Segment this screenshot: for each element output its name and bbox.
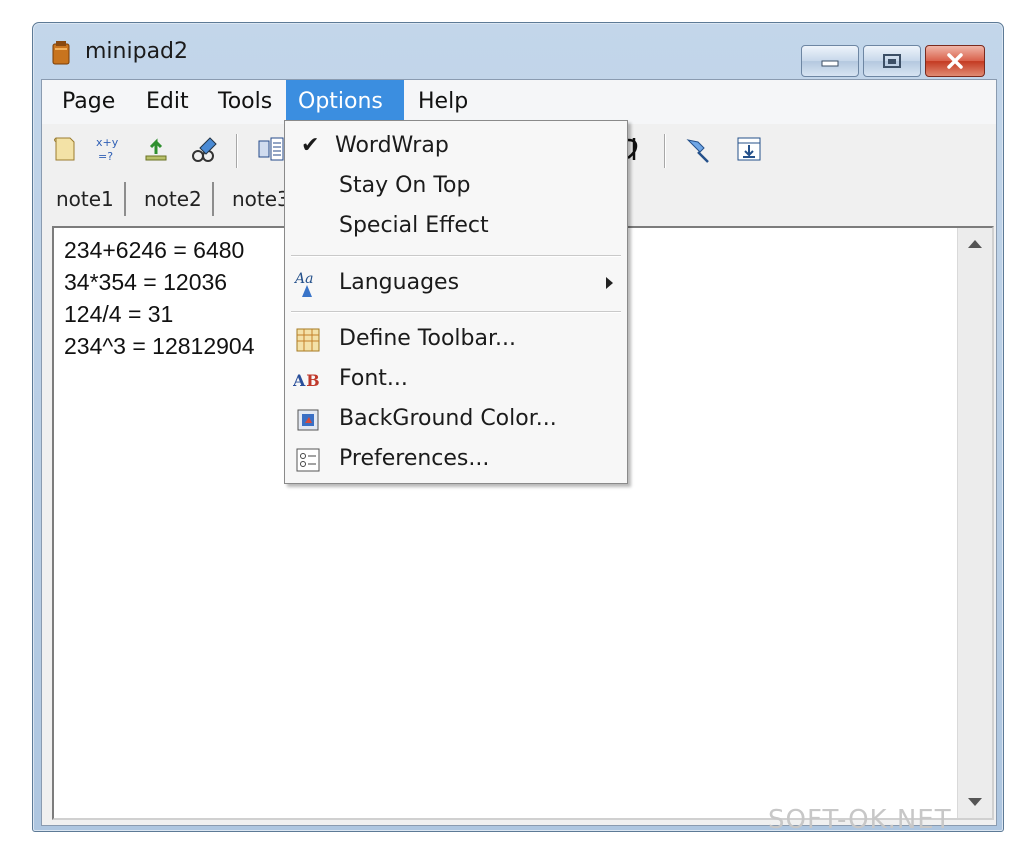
menu-item-label: BackGround Color...	[339, 406, 557, 431]
menu-bar: Page Edit Tools Options Help	[42, 80, 996, 125]
editor-line: 124/4 = 31	[64, 301, 174, 327]
find-icon[interactable]	[190, 134, 220, 164]
menu-item-background-color[interactable]: BackGround Color...	[285, 400, 627, 438]
svg-text:=?: =?	[98, 150, 113, 163]
scroll-down-icon[interactable]	[968, 798, 982, 806]
menu-tools[interactable]: Tools	[206, 80, 284, 124]
close-button[interactable]	[925, 45, 985, 77]
font-icon: A B	[293, 371, 320, 390]
svg-text:x+y: x+y	[96, 136, 119, 149]
minimize-button[interactable]	[801, 45, 859, 77]
menu-separator	[291, 255, 621, 256]
menu-item-label: Stay On Top	[339, 173, 471, 198]
toolbar-separator	[664, 134, 665, 168]
menu-item-special-effect[interactable]: Special Effect	[285, 207, 627, 245]
insert-icon[interactable]	[734, 134, 764, 164]
maximize-button[interactable]	[863, 45, 921, 77]
submenu-arrow-icon	[606, 277, 613, 289]
menu-item-stay-on-top[interactable]: Stay On Top	[285, 167, 627, 205]
menu-item-preferences[interactable]: Preferences...	[285, 440, 627, 478]
languages-icon: Aa	[293, 271, 313, 297]
menu-item-label: WordWrap	[335, 133, 449, 158]
menu-item-wordwrap[interactable]: ✔ WordWrap	[285, 127, 627, 165]
menu-item-label: Special Effect	[339, 213, 489, 238]
menu-page[interactable]: Page	[50, 80, 127, 124]
scroll-up-icon[interactable]	[968, 240, 982, 248]
columns-icon[interactable]	[256, 134, 286, 164]
options-menu: ✔ WordWrap Stay On Top Special Effect Aa…	[284, 120, 628, 484]
watermark: SOFT-OK.NET	[768, 805, 952, 835]
menu-item-languages[interactable]: Aa Languages	[285, 264, 627, 302]
menu-separator	[291, 311, 621, 312]
pin-icon[interactable]	[682, 134, 712, 164]
tab-note2[interactable]: note2	[134, 182, 214, 216]
toolbar-separator	[236, 134, 237, 168]
tab-note1[interactable]: note1	[46, 182, 126, 216]
menu-item-label: Preferences...	[339, 446, 490, 471]
new-page-icon[interactable]	[50, 134, 80, 164]
export-icon[interactable]	[142, 134, 172, 164]
editor-line: 234^3 = 12812904	[64, 333, 255, 359]
background-color-icon	[297, 409, 319, 431]
menu-options[interactable]: Options	[286, 80, 404, 124]
calculator-icon[interactable]: x+y =?	[94, 134, 124, 164]
editor-line: 34*354 = 12036	[64, 269, 228, 295]
svg-text:A: A	[293, 371, 306, 390]
menu-item-font[interactable]: A B Font...	[285, 360, 627, 398]
minimize-icon	[821, 60, 839, 67]
preferences-icon	[296, 448, 320, 472]
title-bar[interactable]: minipad2	[33, 23, 1003, 81]
check-icon: ✔	[301, 133, 320, 158]
define-toolbar-icon	[296, 328, 320, 352]
menu-item-label: Font...	[339, 366, 408, 391]
svg-text:B: B	[306, 371, 319, 390]
vertical-scrollbar[interactable]	[957, 228, 992, 818]
svg-text:Aa: Aa	[293, 271, 313, 287]
menu-item-define-toolbar[interactable]: Define Toolbar...	[285, 320, 627, 358]
menu-help[interactable]: Help	[406, 80, 480, 124]
maximize-icon	[883, 54, 901, 68]
editor-text: 234+6246 = 6480 34*354 = 12036 124/4 = 3…	[64, 234, 255, 362]
menu-item-label: Define Toolbar...	[339, 326, 516, 351]
close-icon	[947, 53, 963, 69]
menu-edit[interactable]: Edit	[134, 80, 201, 124]
editor-line: 234+6246 = 6480	[64, 237, 245, 263]
app-icon	[52, 41, 70, 65]
window-title: minipad2	[85, 39, 189, 64]
menu-item-label: Languages	[339, 270, 460, 295]
